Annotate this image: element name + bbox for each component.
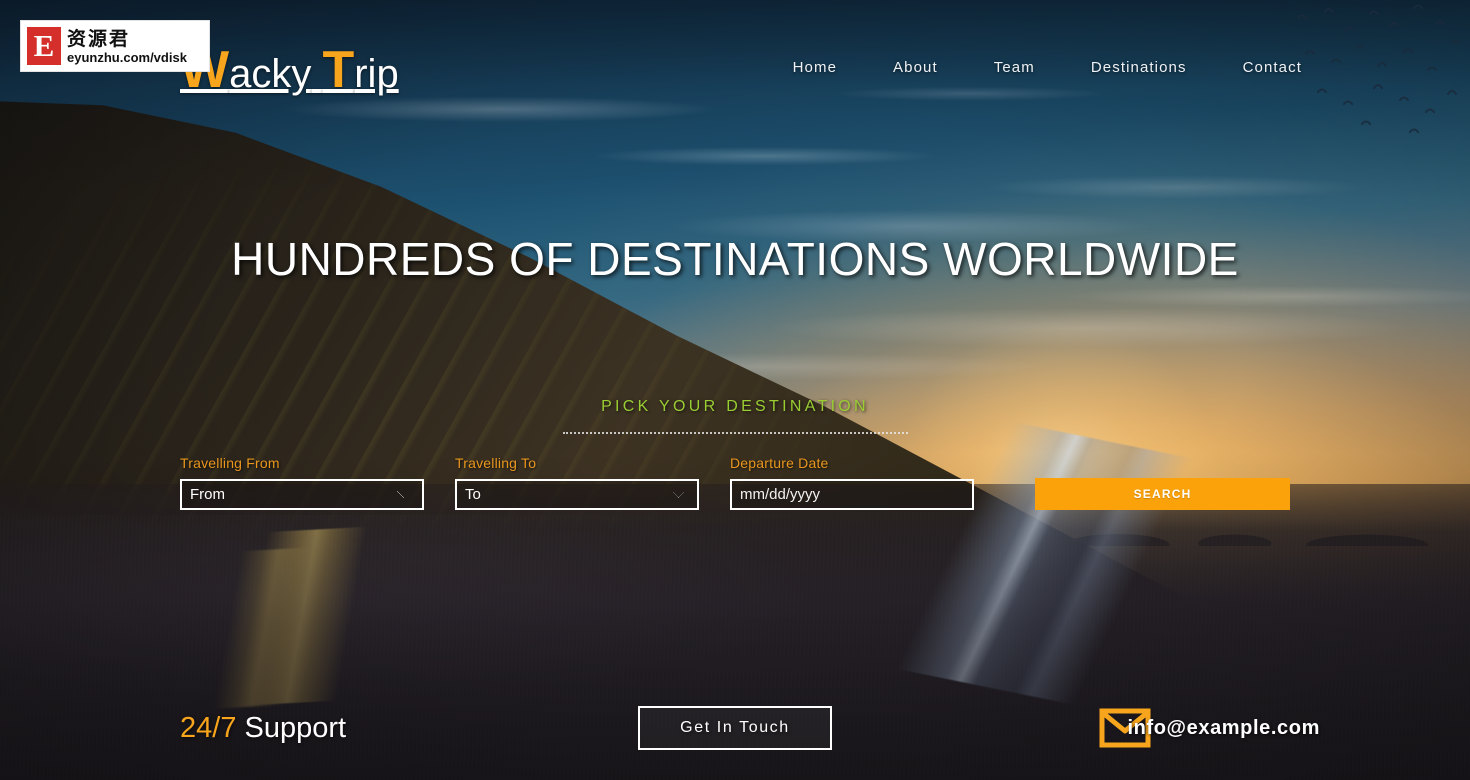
hero-title: HUNDREDS OF DESTINATIONS WORLDWIDE (231, 233, 1239, 285)
watermark-text: 资源君 eyunzhu.com/vdisk (67, 28, 187, 65)
footer-bar: 24/7 Support Get In Touch info@example.c… (0, 706, 1470, 750)
nav-item-contact[interactable]: Contact (1215, 53, 1330, 82)
support-hours: 24/7 (180, 711, 237, 744)
support-text: 24/7 Support (180, 712, 346, 745)
select-travelling-to[interactable]: To (455, 479, 699, 510)
label-departure-date: Departure Date (730, 455, 829, 471)
nav-item-destinations[interactable]: Destinations (1063, 53, 1215, 82)
nav-item-team[interactable]: Team (966, 53, 1063, 82)
footer-support: 24/7 Support (0, 712, 490, 745)
search-button[interactable]: SEARCH (1035, 478, 1290, 510)
select-travelling-from[interactable]: From (180, 479, 424, 510)
label-travelling-to: Travelling To (455, 455, 537, 471)
site-header: Wacky Trip Home About Team Destinations … (0, 0, 1470, 114)
nav-item-about[interactable]: About (865, 53, 966, 82)
page-root: Wacky Trip Home About Team Destinations … (0, 0, 1470, 780)
main-navigation: Home About Team Destinations Contact (765, 53, 1330, 82)
search-panel-heading: PICK YOUR DESTINATION (601, 398, 869, 415)
site-logo[interactable]: Wacky Trip (180, 44, 399, 96)
field-search-action: SEARCH (1035, 478, 1290, 510)
watermark-logo-icon: E (27, 27, 61, 65)
logo-cap-t: T (322, 41, 355, 99)
email-block[interactable]: info@example.com (1099, 708, 1319, 748)
watermark-url: eyunzhu.com/vdisk (67, 49, 187, 65)
field-travelling-to: Travelling To To (455, 455, 699, 510)
dotted-divider (562, 432, 908, 434)
watermark-letter: E (29, 29, 59, 63)
get-in-touch-button[interactable]: Get In Touch (638, 706, 832, 750)
support-label: Support (244, 711, 347, 744)
nav-item-home[interactable]: Home (765, 53, 865, 82)
background-vignette (0, 0, 1470, 780)
footer-contact: info@example.com (980, 708, 1470, 748)
logo-word-wacky: acky (229, 52, 312, 96)
search-form: Travelling From From Travelling To To De… (180, 455, 1290, 510)
logo-word-trip: rip (354, 52, 399, 96)
search-panel: PICK YOUR DESTINATION Travelling From Fr… (0, 398, 1470, 510)
field-departure-date: Departure Date (730, 455, 974, 510)
email-address[interactable]: info@example.com (1099, 717, 1319, 740)
label-travelling-from: Travelling From (180, 455, 280, 471)
footer-cta: Get In Touch (490, 706, 980, 750)
input-departure-date[interactable] (730, 479, 974, 510)
watermark-overlay: E 资源君 eyunzhu.com/vdisk (20, 20, 210, 72)
field-travelling-from: Travelling From From (180, 455, 424, 510)
watermark-name: 资源君 (67, 27, 131, 50)
